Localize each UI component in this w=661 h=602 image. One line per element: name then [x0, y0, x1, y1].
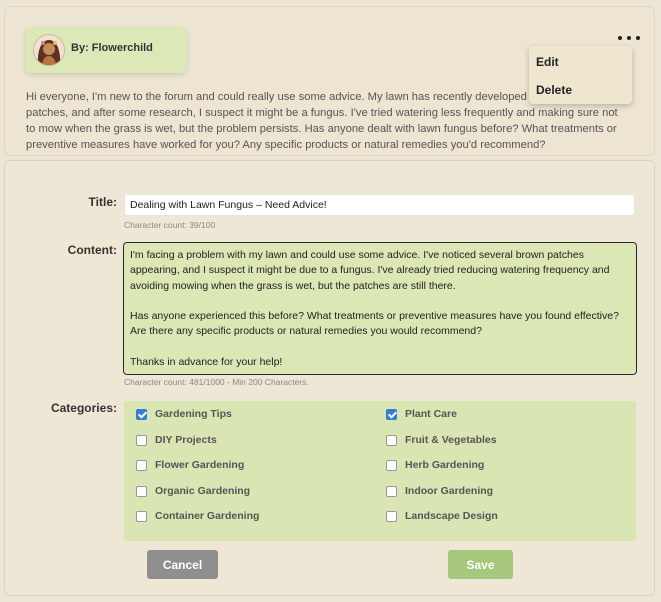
categories-label: Categories: — [50, 401, 117, 415]
category-gardening-tips[interactable]: Gardening Tips — [136, 407, 232, 421]
content-character-count: Character count: 481/1000 - Min 200 Char… — [124, 377, 309, 387]
checkbox[interactable] — [136, 485, 147, 497]
title-input[interactable] — [124, 194, 635, 216]
more-options-icon[interactable] — [618, 31, 640, 45]
edit-post-form: Title: Character count: 39/100 Content: … — [4, 160, 655, 596]
title-label: Title: — [88, 195, 117, 209]
categories-panel: Gardening Tips Plant Care DIY Projects F… — [124, 401, 636, 541]
title-character-count: Character count: 39/100 — [124, 220, 216, 230]
post-options-menu: Edit Delete — [529, 46, 632, 104]
category-label: Gardening Tips — [155, 408, 232, 420]
author-chip: By: Flowerchild — [25, 27, 187, 73]
category-label: Fruit & Vegetables — [405, 434, 497, 446]
author-name: By: Flowerchild — [71, 42, 153, 54]
category-label: Indoor Gardening — [405, 485, 494, 497]
category-label: Plant Care — [405, 408, 457, 420]
category-landscape-design[interactable]: Landscape Design — [386, 509, 498, 523]
category-label: Landscape Design — [405, 510, 498, 522]
checkbox[interactable] — [136, 459, 147, 471]
category-label: DIY Projects — [155, 434, 217, 446]
category-indoor-gardening[interactable]: Indoor Gardening — [386, 484, 493, 498]
checkbox[interactable] — [136, 408, 147, 420]
cancel-button[interactable]: Cancel — [147, 550, 218, 579]
content-textarea[interactable]: I'm facing a problem with my lawn and co… — [123, 242, 637, 375]
category-label: Herb Gardening — [405, 459, 485, 471]
category-diy-projects[interactable]: DIY Projects — [136, 433, 217, 447]
save-button[interactable]: Save — [448, 550, 513, 579]
category-herb-gardening[interactable]: Herb Gardening — [386, 458, 484, 472]
content-paragraph: I'm facing a problem with my lawn and co… — [130, 249, 610, 292]
checkbox[interactable] — [386, 434, 397, 446]
checkbox[interactable] — [386, 510, 397, 522]
checkbox[interactable] — [386, 485, 397, 497]
content-paragraph: Thanks in advance for your help! — [130, 356, 283, 369]
category-organic-gardening[interactable]: Organic Gardening — [136, 484, 250, 498]
category-flower-gardening[interactable]: Flower Gardening — [136, 458, 244, 472]
category-label: Organic Gardening — [155, 485, 251, 497]
checkbox[interactable] — [136, 510, 147, 522]
checkbox[interactable] — [386, 459, 397, 471]
category-label: Flower Gardening — [155, 459, 245, 471]
edit-menu-item[interactable]: Edit — [536, 55, 559, 69]
category-label: Container Gardening — [155, 510, 260, 522]
content-paragraph: Has anyone experienced this before? What… — [130, 310, 619, 338]
avatar — [33, 34, 65, 66]
category-container-gardening[interactable]: Container Gardening — [136, 509, 259, 523]
checkbox[interactable] — [386, 408, 397, 420]
delete-menu-item[interactable]: Delete — [536, 83, 572, 97]
category-fruit-vegetables[interactable]: Fruit & Vegetables — [386, 433, 497, 447]
category-plant-care[interactable]: Plant Care — [386, 407, 457, 421]
content-label: Content: — [67, 243, 117, 257]
checkbox[interactable] — [136, 434, 147, 446]
